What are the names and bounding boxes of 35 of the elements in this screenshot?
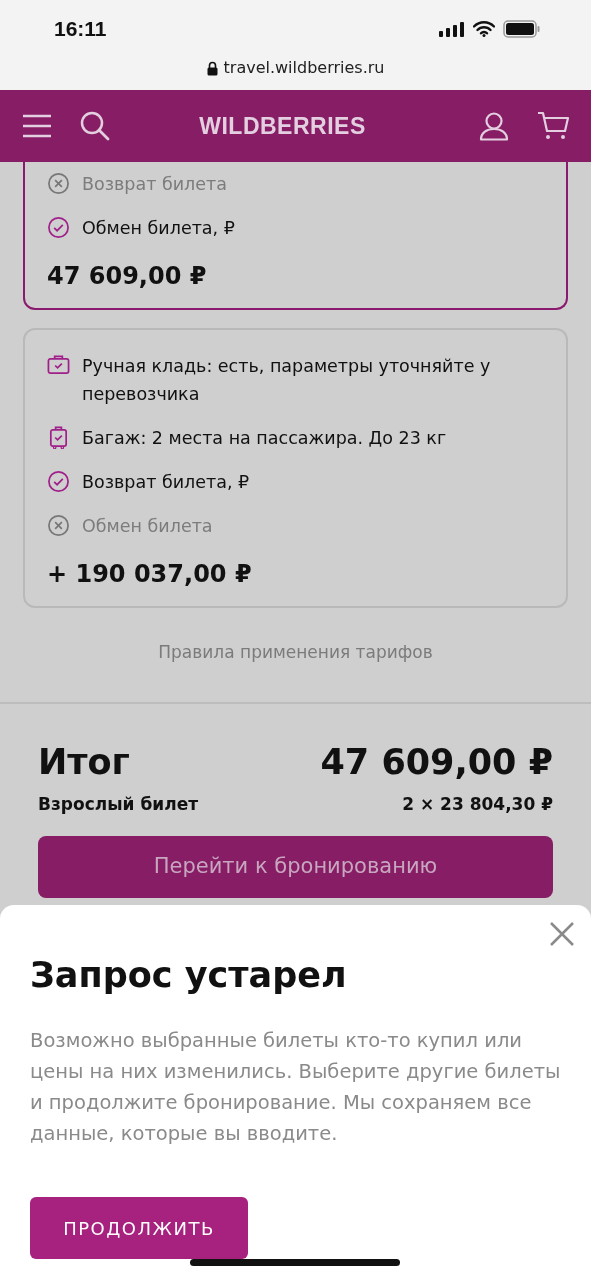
passenger-label: Взрослый билет xyxy=(38,794,199,814)
user-icon[interactable] xyxy=(479,111,509,141)
book-button[interactable]: Перейти к бронированию xyxy=(38,836,553,898)
wifi-icon xyxy=(473,21,495,37)
tariff-card[interactable]: Ручная кладь: есть, параметры уточняйте у перевозчика Багаж: 2 места на пассажира. До 23 кг Возврат билета, ₽ Обмен билета + 190 037,00 ₽ xyxy=(23,328,568,608)
cart-icon[interactable] xyxy=(537,111,569,141)
status-time: 16:11 xyxy=(54,17,107,41)
tariff-price: 47 609,00 ₽ xyxy=(47,262,208,290)
briefcase-icon xyxy=(47,354,70,377)
menu-icon[interactable] xyxy=(22,114,52,138)
tariff-card[interactable]: Возврат билета Обмен билета, ₽ 47 609,00 ₽ xyxy=(23,162,568,310)
lock-icon xyxy=(206,61,218,76)
url-text[interactable]: travel.wildberries.ru xyxy=(223,58,385,77)
feature-text: Обмен билета xyxy=(82,515,213,538)
feature-text: Возврат билета xyxy=(82,173,227,196)
tariff-price: + 190 037,00 ₽ xyxy=(47,560,253,588)
feature-text: Ручная кладь: есть, параметры уточняйте у перевозчика xyxy=(82,355,492,406)
search-icon[interactable] xyxy=(80,111,110,141)
signal-icon xyxy=(439,21,465,37)
feature-text: Обмен билета, ₽ xyxy=(82,217,235,240)
continue-button[interactable]: ПРОДОЛЖИТЬ xyxy=(30,1197,248,1259)
total-price: 47 609,00 ₽ xyxy=(320,742,553,782)
suitcase-icon xyxy=(47,426,70,449)
cross-circle-icon xyxy=(47,172,70,195)
battery-icon xyxy=(503,20,541,38)
passenger-price: 2 × 23 804,30 ₽ xyxy=(402,794,553,814)
close-icon[interactable] xyxy=(549,921,575,947)
dialog-message: Возможно выбранные билеты кто-то купил или цены на них изменились. Выберите другие билеты и продолжите бронирование. Мы сохраняем все данные, которые вы вводите. xyxy=(30,1028,561,1147)
dialog-title: Запрос устарел xyxy=(30,955,348,995)
check-circle-icon xyxy=(47,470,70,493)
feature-text: Багаж: 2 места на пассажира. До 23 кг xyxy=(82,427,447,450)
cross-circle-icon xyxy=(47,514,70,537)
feature-text: Возврат билета, ₽ xyxy=(82,471,250,494)
check-circle-icon xyxy=(47,216,70,239)
total-label: Итог xyxy=(38,742,130,782)
